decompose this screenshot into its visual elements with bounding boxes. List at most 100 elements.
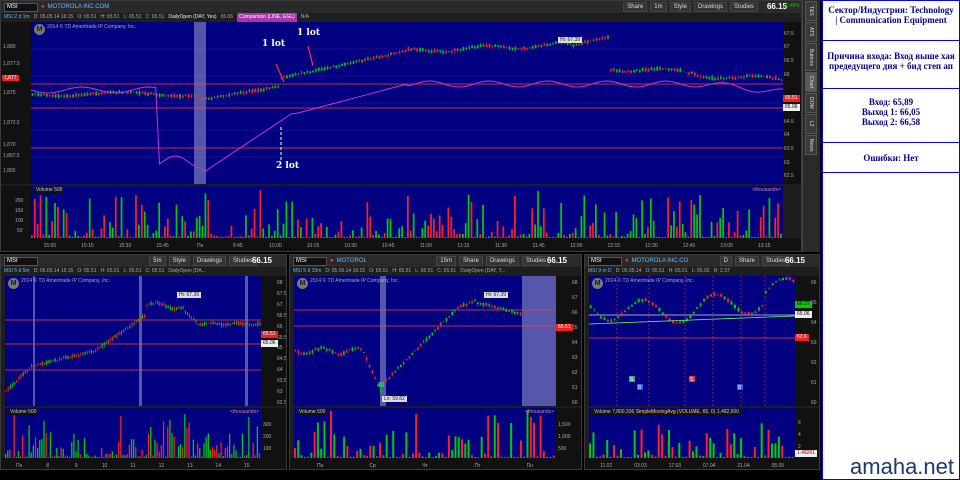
candle-body: [453, 48, 456, 52]
period-button[interactable]: 5m: [149, 256, 166, 266]
y-tick: 62.5: [784, 173, 794, 179]
sub-right-price-plot[interactable]: M 2014 © TD Ameritrade IP Company, Inc. …: [589, 276, 795, 406]
candle-body: [257, 322, 259, 327]
y-tick: 64: [784, 132, 790, 138]
volume-bar: [574, 228, 577, 238]
candle-body: [361, 59, 364, 63]
studies-button[interactable]: Studies: [521, 256, 550, 266]
watermark: amaha.net: [850, 454, 954, 479]
candle-body: [139, 317, 142, 321]
volume-bar: [291, 201, 294, 238]
period-button[interactable]: D: [719, 256, 732, 266]
candle-body: [381, 55, 384, 58]
company-link[interactable]: MOTOROLA INC.COM: [48, 4, 110, 10]
volume-bar: [511, 229, 513, 238]
candle-body: [294, 73, 297, 76]
symbol-input[interactable]: MSI: [4, 256, 38, 266]
tab-time-and-sales[interactable]: T&S: [805, 1, 817, 21]
volume-bar: [641, 200, 644, 238]
tab-l2[interactable]: L2: [805, 114, 817, 134]
main-volume-plot[interactable]: Volume 500 <thousands>: [31, 186, 783, 238]
drawings-button[interactable]: Drawings: [192, 256, 226, 266]
candle-body: [519, 312, 522, 315]
volume-bar: [710, 221, 713, 238]
period-button[interactable]: 1m: [650, 2, 667, 12]
candle-body: [754, 311, 757, 314]
info-range: R: 2.37: [713, 268, 730, 274]
share-button[interactable]: Share: [734, 256, 759, 266]
y-tick: 64.5: [784, 119, 794, 125]
symbol-input[interactable]: MSI: [293, 256, 327, 266]
share-button[interactable]: Share: [458, 256, 483, 266]
link-icon[interactable]: ●: [330, 258, 334, 264]
x-tick-label: 15: [244, 463, 250, 469]
volume-bar: [670, 225, 672, 238]
candle-body: [511, 47, 514, 51]
study2-value: N/A: [300, 14, 310, 20]
sub-mid-toolbar: MSI ● MOTOROL 15m Share Drawings Studies: [290, 255, 581, 267]
tab-dom[interactable]: DOM: [805, 93, 817, 113]
studies-button[interactable]: Studies: [729, 2, 758, 12]
candle-body: [549, 43, 552, 46]
company-link[interactable]: MOTOROL: [337, 258, 367, 264]
sub-mid-price-plot[interactable]: M 2014 © TD Ameritrade IP Company, Inc. …: [294, 276, 556, 406]
candle-body: [335, 65, 338, 68]
sub-right-volume-plot[interactable]: Volume 7,800,336 SimpleMovingAvg (VOLUME…: [589, 408, 795, 458]
candle-body: [508, 309, 511, 312]
candle-body: [216, 96, 219, 98]
candle-body: [69, 356, 71, 358]
candle-body: [314, 347, 317, 351]
candle-body: [620, 312, 623, 317]
sub-left-volume-plot[interactable]: Volume 500 <thousands>: [5, 408, 261, 458]
vol-tick: 6: [798, 420, 801, 426]
period-button[interactable]: 15m: [436, 256, 456, 266]
candle-body: [595, 37, 598, 41]
candle-body: [37, 363, 39, 365]
candle-body: [719, 76, 722, 79]
link-icon[interactable]: ●: [41, 4, 45, 10]
volume-bar: [253, 208, 256, 238]
price-change: +0.48%: [782, 3, 800, 9]
company-link[interactable]: MOTOROLA INC.CO: [632, 258, 689, 264]
drawings-button[interactable]: Drawings: [693, 2, 727, 12]
tab-chart[interactable]: Chart: [805, 72, 817, 92]
candle-body: [474, 299, 476, 301]
tab-buttons[interactable]: Buttons: [805, 43, 817, 71]
style-button[interactable]: Style: [669, 2, 691, 12]
candle-body: [138, 91, 141, 95]
candle-body: [34, 93, 37, 95]
drawings-button[interactable]: Drawings: [485, 256, 519, 266]
candle-body: [262, 88, 265, 91]
main-price-plot[interactable]: M 2014 © TD Ameritrade IP Company, Inc. …: [31, 22, 783, 184]
candle-body: [107, 339, 110, 344]
style-button[interactable]: Style: [168, 256, 190, 266]
vol-tick: 100: [263, 446, 272, 452]
link-icon[interactable]: ●: [625, 258, 629, 264]
candle-body: [696, 74, 699, 77]
candle-body: [485, 44, 488, 48]
tab-ats[interactable]: ATS: [805, 22, 817, 42]
y-tick: 68: [572, 280, 578, 286]
candle-body: [372, 56, 375, 60]
note-reason: Причина входа: Вход выше хая предедущего…: [823, 41, 959, 89]
candle-body: [385, 379, 388, 381]
price-tag-green: 66.15: [795, 301, 812, 308]
sub-left-price-plot[interactable]: M 2014 © TD Ameritrade IP Company, Inc. …: [5, 276, 261, 406]
candle-body: [323, 67, 326, 70]
candle-body: [156, 301, 159, 305]
vol-tick: 100: [15, 218, 24, 224]
candle-body: [246, 322, 248, 325]
symbol-input[interactable]: MSI: [4, 2, 38, 12]
symbol-input[interactable]: MSI: [588, 256, 622, 266]
tab-news[interactable]: News: [805, 135, 817, 155]
y-tick: 1,877.5: [3, 61, 20, 67]
candle-body: [141, 92, 144, 94]
sub-mid-volume-plot[interactable]: Volume 500 <thousands>: [294, 408, 556, 458]
candle-body: [662, 68, 664, 70]
candle-body: [730, 301, 733, 305]
candle-body: [491, 45, 494, 47]
candle-body: [459, 304, 462, 308]
volume-bar: [526, 410, 529, 458]
candle-body: [476, 45, 479, 48]
share-button[interactable]: Share: [623, 2, 648, 12]
